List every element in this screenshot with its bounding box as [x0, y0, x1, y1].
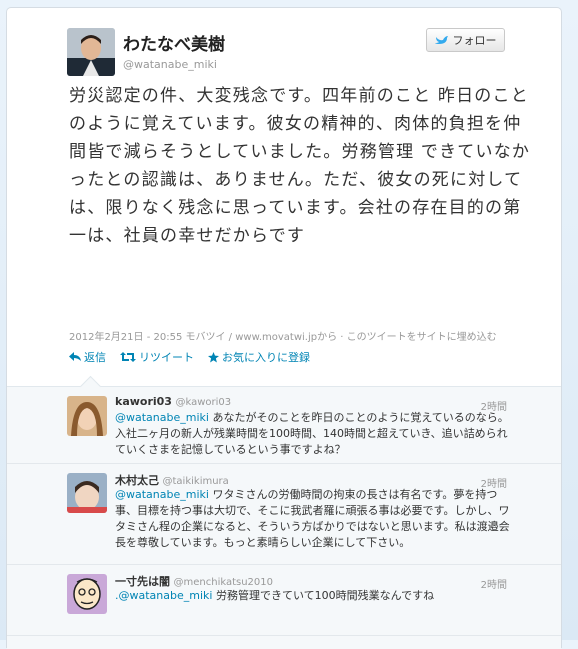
tweet-meta[interactable]: 2012年2月21日 - 20:55 モバツイ / www.movatwi.jp…	[69, 328, 497, 343]
tweet-card: わたなべ美樹 @watanabe_miki フォロー 労災認定の件、大変残念です…	[6, 7, 562, 649]
star-icon	[208, 351, 219, 363]
tweet-text: 労災認定の件、大変残念です。四年前のこと 昨日のことのように覚えています。彼女の…	[69, 86, 531, 246]
reply-author-name[interactable]: kawori03	[115, 395, 172, 408]
reply-label: 返信	[84, 351, 106, 364]
reply-header: 木村太己 @taikikimura	[115, 472, 229, 488]
reply-avatar[interactable]	[67, 574, 107, 614]
reply-text: .@watanabe_miki 労務管理できていて100時間残業なんですね	[115, 588, 515, 604]
favorite-action[interactable]: お気に入りに登録	[208, 349, 310, 365]
reply-author-handle[interactable]: @menchikatsu2010	[174, 577, 274, 588]
reply-body: 労務管理できていて100時間残業なんですね	[212, 589, 435, 602]
reply-item: 一寸先は闇 @menchikatsu2010 2時間 .@watanabe_mi…	[7, 565, 561, 636]
reply-text: @watanabe_miki ワタミさんの労働時間の拘束の長さは有名です。夢を持…	[115, 487, 515, 551]
reply-avatar[interactable]	[67, 396, 107, 436]
reply-author-name[interactable]: 木村太己	[115, 474, 159, 487]
reply-mention[interactable]: @watanabe_miki	[115, 488, 209, 501]
favorite-label: お気に入りに登録	[222, 351, 310, 364]
reply-author-handle[interactable]: @kawori03	[175, 397, 231, 408]
follow-button[interactable]: フォロー	[426, 28, 505, 52]
author-handle[interactable]: @watanabe_miki	[123, 58, 217, 71]
author-name[interactable]: わたなべ美樹	[123, 30, 225, 55]
retweet-label: リツイート	[139, 351, 194, 364]
reply-header: 一寸先は闇 @menchikatsu2010	[115, 573, 273, 589]
reply-item: 木村太己 @taikikimura 2時間 @watanabe_miki ワタミ…	[7, 464, 561, 565]
reply-text: @watanabe_miki あなたがそのことを昨日のことのように覚えているのな…	[115, 410, 515, 458]
reply-mention[interactable]: .@watanabe_miki	[115, 589, 212, 602]
reply-author-name[interactable]: 一寸先は闇	[115, 575, 170, 588]
reply-author-handle[interactable]: @taikikimura	[163, 476, 229, 487]
author-avatar[interactable]	[67, 28, 115, 76]
replies-list: kawori03 @kawori03 2時間 @watanabe_miki あな…	[7, 375, 561, 649]
reply-mention[interactable]: @watanabe_miki	[115, 411, 209, 424]
reply-icon	[69, 352, 81, 362]
reply-avatar[interactable]	[67, 473, 107, 513]
retweet-icon	[120, 352, 136, 362]
retweet-action[interactable]: リツイート	[120, 349, 194, 365]
reply-header: kawori03 @kawori03	[115, 395, 231, 408]
twitter-bird-icon	[434, 35, 449, 45]
follow-label: フォロー	[452, 34, 497, 47]
tweet-actions: 返信 リツイート お気に入りに登録	[69, 349, 310, 365]
reply-item: kawori03 @kawori03 2時間 @watanabe_miki あな…	[7, 387, 561, 464]
reply-action[interactable]: 返信	[69, 349, 106, 365]
